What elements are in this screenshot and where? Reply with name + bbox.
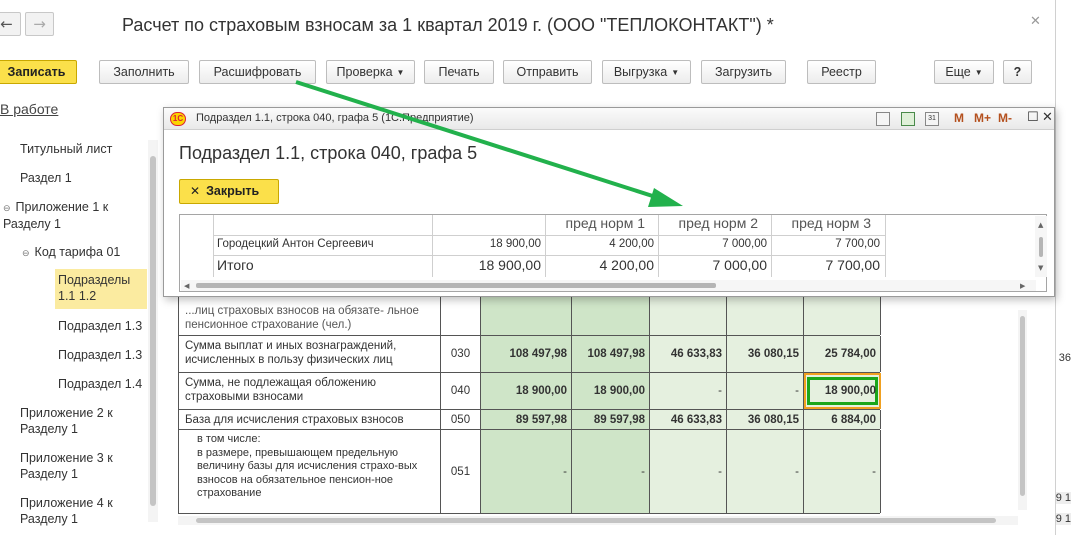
arrow-head	[648, 188, 683, 207]
arrow-shaft	[295, 80, 663, 201]
annotation-arrow	[295, 80, 683, 207]
